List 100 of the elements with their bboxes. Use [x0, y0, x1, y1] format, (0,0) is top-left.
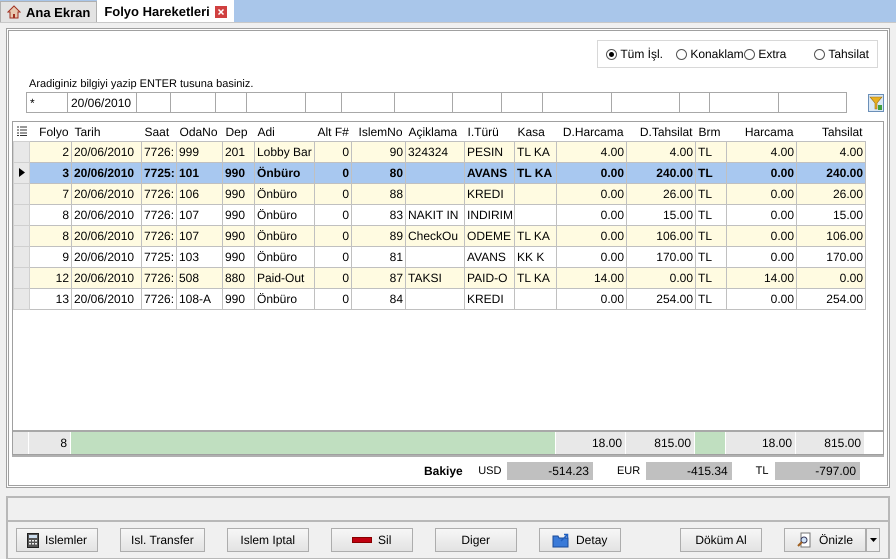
filter-field[interactable] — [305, 92, 342, 113]
tab[interactable]: Folyo Hareketleri — [97, 0, 234, 22]
table-cell: 2 — [30, 142, 72, 162]
filter-field[interactable]: * — [26, 92, 68, 113]
balance-value: -797.00 — [774, 462, 860, 480]
table-cell: 0.00 — [556, 184, 626, 204]
table-cell: 20/06/2010 — [72, 288, 142, 310]
column-header[interactable]: Folyo — [30, 122, 72, 142]
radio-option[interactable]: Extra — [744, 47, 814, 61]
radio-icon[interactable] — [606, 48, 618, 60]
table-row[interactable]: 8 20/06/2010 7726: 107 990 Önbüro 0 89 CheckOu ODEME TL KA 0.00 106.00 TL 0.00 106.00 — [14, 226, 866, 246]
filter-field[interactable] — [611, 92, 680, 113]
row-indicator-cell[interactable] — [14, 268, 30, 288]
filter-field[interactable] — [679, 92, 710, 113]
table-row[interactable]: 2 20/06/2010 7726: 999 201 Lobby Bar 0 90 324324 PESIN TL KA 4.00 4.00 TL 4.00 4.00 — [14, 142, 866, 162]
filter-field[interactable] — [136, 92, 171, 113]
table-cell: 990 — [222, 288, 254, 310]
table-cell: 106 — [176, 184, 222, 204]
calculator-icon — [27, 532, 39, 548]
table-cell: 7726: — [142, 288, 176, 310]
table-cell: 7725: — [142, 162, 176, 184]
table-cell: 7 — [30, 184, 72, 204]
table-cell: 4.00 — [626, 142, 696, 162]
filter-field[interactable] — [341, 92, 395, 113]
table-row[interactable]: 7 20/06/2010 7726: 106 990 Önbüro 0 88 KREDI 0.00 26.00 TL 0.00 26.00 — [14, 184, 866, 204]
funnel-icon[interactable] — [868, 94, 884, 112]
table-row[interactable]: 3 20/06/2010 7725: 101 990 Önbüro 0 80 AVANS TL KA 0.00 240.00 TL 0.00 240.00 — [14, 162, 866, 184]
table-cell: Paid-Out — [254, 268, 314, 288]
column-header[interactable]: D.Harcama — [556, 122, 626, 142]
table-cell: KREDI — [464, 288, 514, 310]
table-cell: TL — [696, 268, 726, 288]
action-button[interactable]: Diger — [434, 528, 517, 552]
row-indicator-cell[interactable] — [14, 288, 30, 310]
action-button[interactable]: Islem Iptal — [226, 528, 309, 552]
filter-field[interactable] — [709, 92, 779, 113]
tab[interactable]: Ana Ekran — [0, 1, 98, 22]
table-cell: 26.00 — [626, 184, 696, 204]
close-icon[interactable] — [214, 6, 227, 18]
row-indicator-cell[interactable] — [14, 226, 30, 246]
table-cell: 88 — [352, 184, 406, 204]
filter-field[interactable] — [778, 92, 847, 113]
action-button[interactable]: Islemler — [16, 528, 98, 552]
column-header[interactable]: Açiklama — [406, 122, 464, 142]
row-indicator-cell[interactable] — [14, 184, 30, 204]
radio-icon[interactable] — [814, 48, 826, 60]
column-header[interactable]: D.Tahsilat — [626, 122, 696, 142]
row-indicator-cell[interactable] — [14, 142, 30, 162]
table-cell: 0.00 — [726, 288, 796, 310]
action-button[interactable]: Isl. Transfer — [120, 528, 205, 552]
column-header[interactable]: Alt F# — [314, 122, 352, 142]
column-header[interactable]: I.Türü — [464, 122, 514, 142]
column-header[interactable]: Tarih — [72, 122, 142, 142]
table-cell: 990 — [222, 226, 254, 246]
filter-field[interactable] — [501, 92, 543, 113]
filter-field[interactable] — [215, 92, 247, 113]
row-indicator-cell[interactable] — [14, 162, 30, 184]
table-cell: TL — [696, 162, 726, 184]
table-cell — [514, 184, 556, 204]
table-row[interactable]: 12 20/06/2010 7726: 508 880 Paid-Out 0 87 TAKSI PAID-O TL KA 14.00 0.00 TL 14.00 0.00 — [14, 268, 866, 288]
radio-icon[interactable] — [676, 48, 688, 60]
filter-field[interactable] — [452, 92, 502, 113]
table-cell: 106.00 — [796, 226, 866, 246]
table-row[interactable]: 13 20/06/2010 7726: 108-A 990 Önbüro 0 84 KREDI 0.00 254.00 TL 0.00 254.00 — [14, 288, 866, 310]
table-cell: TL KA — [514, 142, 556, 162]
action-button[interactable]: Sil — [330, 528, 413, 552]
table-cell: 0 — [314, 268, 352, 288]
column-chooser-icon[interactable] — [16, 126, 26, 136]
table-cell: 4.00 — [726, 142, 796, 162]
filter-field[interactable]: 20/06/2010 — [67, 92, 137, 113]
column-header[interactable]: Harcama — [726, 122, 796, 142]
filter-field[interactable] — [170, 92, 216, 113]
currency-label: EUR — [616, 465, 640, 477]
radio-icon[interactable] — [744, 48, 756, 60]
column-header[interactable]: Brm — [696, 122, 726, 142]
table-cell: 324324 — [406, 142, 464, 162]
column-header[interactable]: Saat — [142, 122, 176, 142]
column-header[interactable]: Tahsilat — [796, 122, 866, 142]
action-button[interactable]: Döküm Al — [680, 528, 762, 552]
radio-option[interactable]: Tahsilat — [814, 47, 869, 61]
filter-field[interactable] — [394, 92, 453, 113]
column-header[interactable]: IslemNo — [352, 122, 406, 142]
action-button[interactable]: Detay — [538, 528, 621, 552]
filter-field[interactable] — [542, 92, 612, 113]
row-indicator-cell[interactable] — [14, 204, 30, 226]
column-header[interactable]: Kasa — [514, 122, 556, 142]
radio-option[interactable]: Konaklam — [676, 47, 744, 61]
table-cell: 107 — [176, 226, 222, 246]
table-cell: 0.00 — [556, 288, 626, 310]
radio-option[interactable]: Tüm İşl. — [606, 47, 676, 61]
row-indicator-cell[interactable] — [14, 246, 30, 268]
filter-field[interactable] — [246, 92, 306, 113]
total-cell: 18.00 — [556, 432, 626, 454]
column-header[interactable]: Dep — [222, 122, 254, 142]
table-cell: 20/06/2010 — [72, 162, 142, 184]
action-button[interactable]: Önizle — [784, 528, 866, 552]
dropdown-button[interactable] — [866, 528, 880, 552]
table-cell: PAID-O — [464, 268, 514, 288]
column-header[interactable]: OdaNo — [176, 122, 222, 142]
table-cell: 0 — [314, 162, 352, 184]
column-header[interactable]: Adi — [254, 122, 314, 142]
